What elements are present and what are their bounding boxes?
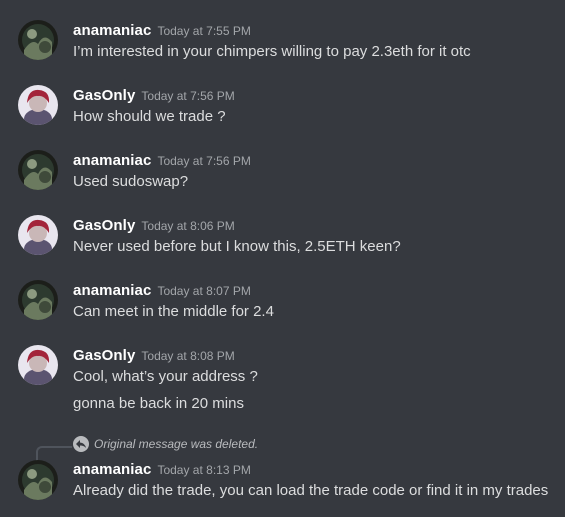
message-content: I’m interested in your chimpers willing …: [73, 43, 471, 60]
timestamp: Today at 7:56 PM: [141, 89, 235, 103]
timestamp: Today at 8:07 PM: [157, 284, 251, 298]
chat-messages: anamaniac Today at 7:55 PM I’m interested…: [0, 0, 565, 517]
message-header: GasOnly Today at 7:56 PM: [73, 87, 235, 105]
message-content: gonna be back in 20 mins: [73, 395, 244, 412]
avatar-gasonly[interactable]: [18, 85, 58, 125]
username[interactable]: anamaniac: [73, 22, 151, 39]
reply-deleted-note[interactable]: Original message was deleted.: [94, 437, 258, 451]
message-content: Can meet in the middle for 2.4: [73, 303, 274, 320]
avatar-gasonly[interactable]: [18, 345, 58, 385]
username[interactable]: GasOnly: [73, 87, 135, 104]
message-content: Already did the trade, you can load the …: [73, 482, 549, 499]
avatar-anamaniac[interactable]: [18, 280, 58, 320]
avatar-anamaniac[interactable]: [18, 150, 58, 190]
timestamp: Today at 8:08 PM: [141, 349, 235, 363]
message-content: Never used before but I know this, 2.5ET…: [73, 238, 401, 255]
message-header: GasOnly Today at 8:08 PM: [73, 347, 235, 365]
timestamp: Today at 8:06 PM: [141, 219, 235, 233]
username[interactable]: anamaniac: [73, 461, 151, 478]
timestamp: Today at 7:55 PM: [157, 24, 251, 38]
message-content: How should we trade ?: [73, 108, 226, 125]
message-content: Cool, what’s your address ?: [73, 368, 258, 385]
message-content: Used sudoswap?: [73, 173, 189, 190]
timestamp: Today at 8:13 PM: [157, 463, 251, 477]
username[interactable]: GasOnly: [73, 347, 135, 364]
message-header: anamaniac Today at 7:55 PM: [73, 22, 251, 40]
reply-arrow-icon: [73, 436, 89, 452]
message-header: anamaniac Today at 7:56 PM: [73, 152, 251, 170]
username[interactable]: anamaniac: [73, 282, 151, 299]
avatar-anamaniac[interactable]: [18, 460, 58, 500]
avatar-gasonly[interactable]: [18, 215, 58, 255]
avatar-anamaniac[interactable]: [18, 20, 58, 60]
username[interactable]: anamaniac: [73, 152, 151, 169]
message-header: anamaniac Today at 8:07 PM: [73, 282, 251, 300]
message-header: anamaniac Today at 8:13 PM: [73, 461, 251, 479]
username[interactable]: GasOnly: [73, 217, 135, 234]
timestamp: Today at 7:56 PM: [157, 154, 251, 168]
message-header: GasOnly Today at 8:06 PM: [73, 217, 235, 235]
